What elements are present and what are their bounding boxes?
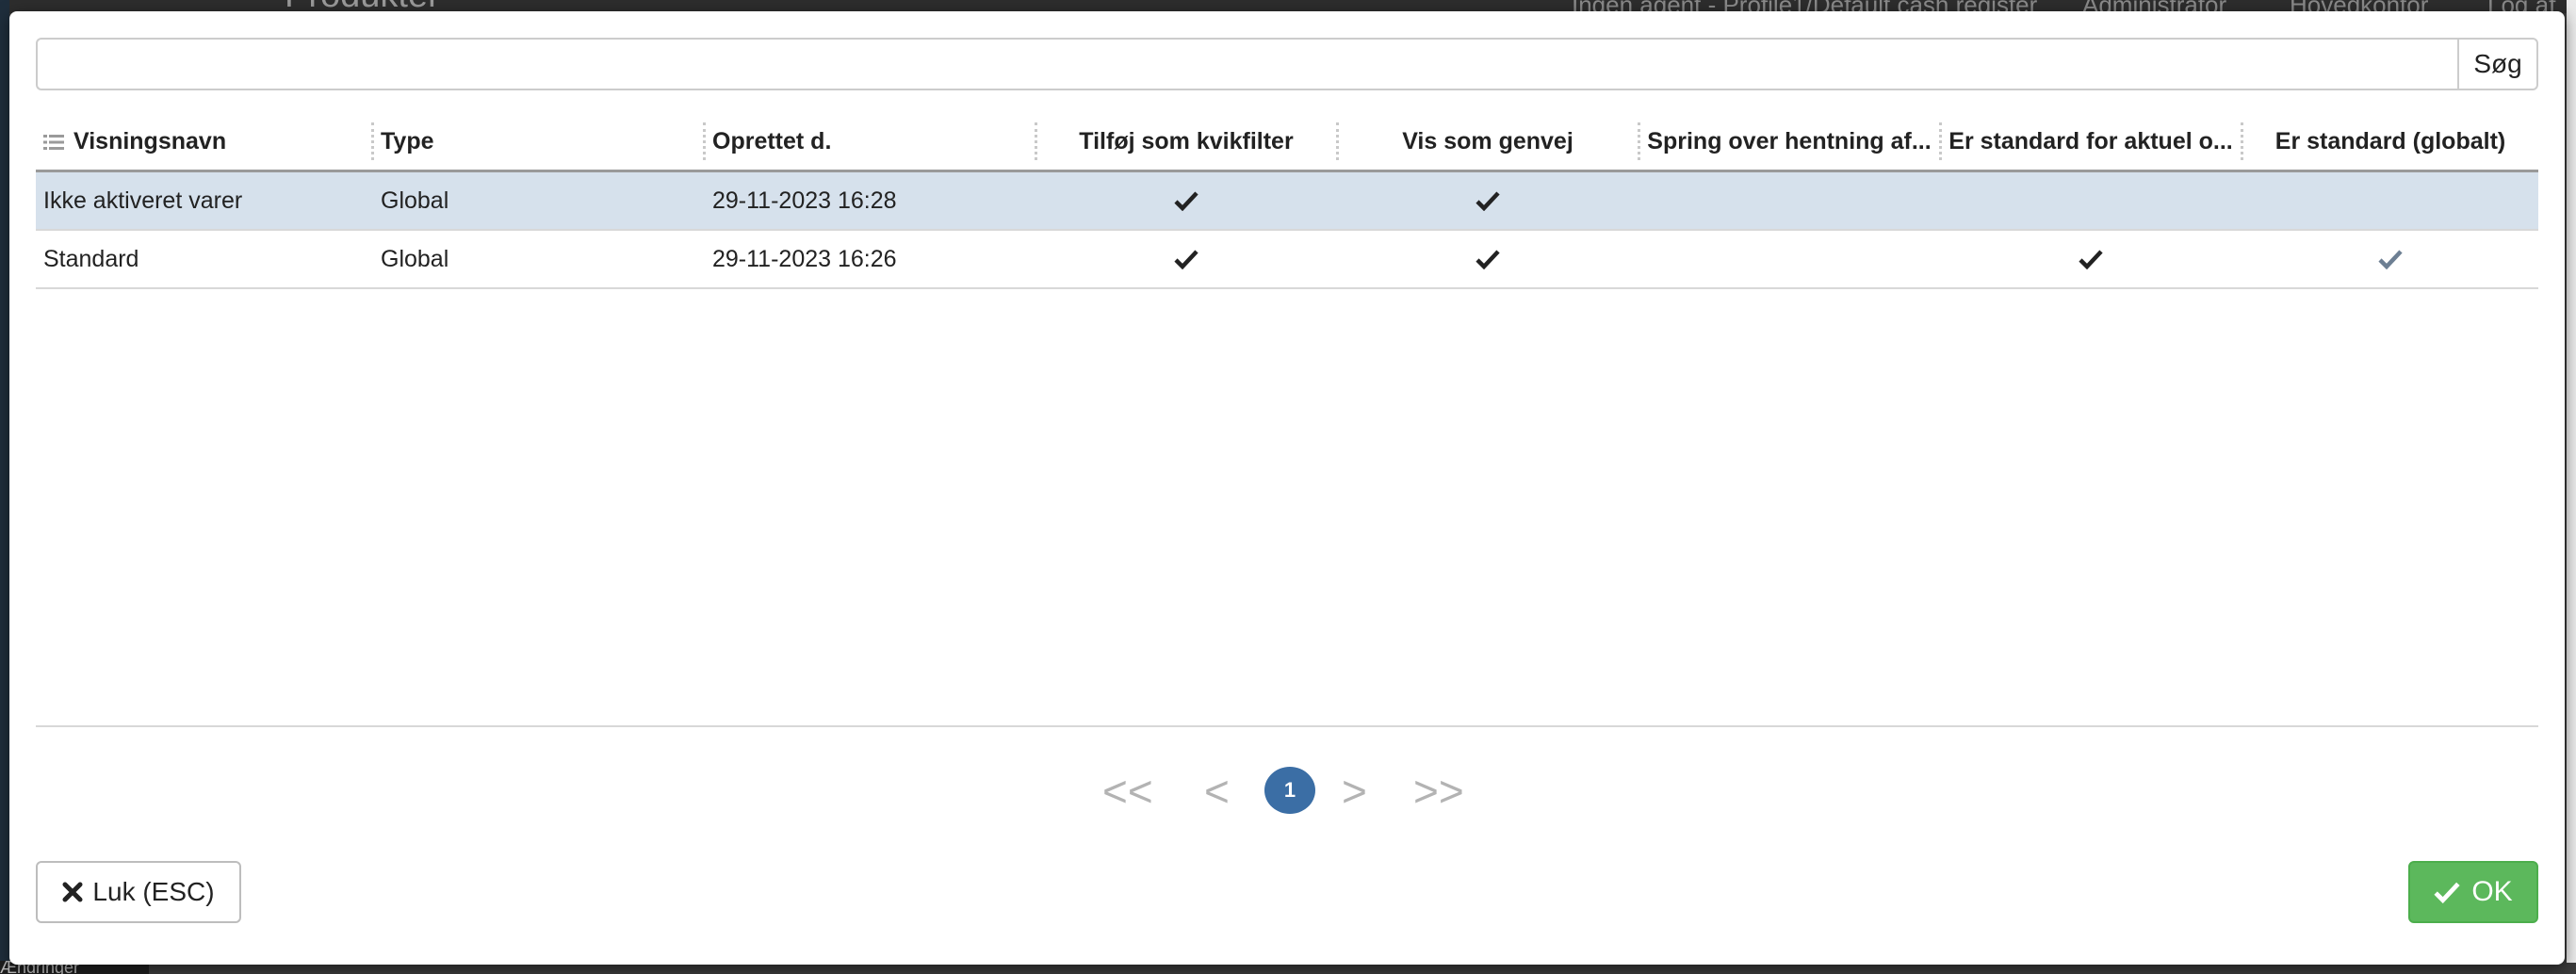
column-header-skip-fetch[interactable]: Spring over hentning af...: [1639, 113, 1939, 170]
list-icon: [43, 135, 64, 150]
pager-next-button[interactable]: >: [1342, 763, 1367, 820]
search-button[interactable]: Søg: [2457, 38, 2538, 90]
cell-default-current: [1941, 172, 2241, 229]
cell-default-global: [2242, 172, 2538, 229]
cell-created: 29-11-2023 16:28: [712, 187, 897, 214]
background-sidebar: [0, 0, 9, 974]
column-header-default-global[interactable]: Er standard (globalt): [2242, 113, 2538, 170]
table-row[interactable]: Standard Global 29-11-2023 16:26: [36, 231, 2538, 289]
column-header-label: Tilføj som kvikfilter: [1079, 128, 1294, 154]
pager-prev-button[interactable]: <: [1204, 763, 1230, 820]
column-header-default-current[interactable]: Er standard for aktuel o...: [1941, 113, 2241, 170]
column-header-display-name[interactable]: Visningsnavn: [36, 113, 371, 170]
table-row[interactable]: Ikke aktiveret varer Global 29-11-2023 1…: [36, 172, 2538, 231]
cell-type: Global: [381, 187, 449, 214]
cell-type: Global: [381, 246, 449, 272]
checkmark-icon: [2434, 882, 2460, 903]
grid-header: Visningsnavn Type Oprettet d. Tilføj som…: [36, 113, 2538, 172]
pager-last-button[interactable]: >>: [1413, 763, 1464, 820]
views-grid: Visningsnavn Type Oprettet d. Tilføj som…: [36, 113, 2538, 289]
column-header-created[interactable]: Oprettet d.: [705, 113, 1035, 170]
cell-created: 29-11-2023 16:26: [712, 246, 897, 272]
close-icon: [62, 882, 83, 902]
ok-button[interactable]: OK: [2408, 861, 2538, 923]
background-right-edge: [2567, 0, 2576, 974]
checkmark-icon: [2079, 250, 2103, 269]
checkmark-icon: [1475, 191, 1500, 211]
ok-button-label: OK: [2471, 876, 2513, 907]
search-row: Søg: [36, 38, 2538, 90]
cell-shortcut: [1338, 172, 1638, 229]
cell-shortcut: [1338, 231, 1638, 287]
cell-default-current: [1941, 231, 2241, 287]
cell-quick-filter: [1036, 172, 1336, 229]
cell-display-name: Ikke aktiveret varer: [43, 187, 243, 214]
views-dialog: Søg Visningsnavn Type Oprettet d. Tilføj…: [9, 11, 2565, 965]
search-input[interactable]: [36, 38, 2457, 90]
close-button[interactable]: Luk (ESC): [36, 861, 241, 923]
checkmark-icon: [1174, 250, 1198, 269]
column-header-type[interactable]: Type: [373, 113, 703, 170]
column-header-label: Spring over hentning af...: [1647, 128, 1932, 154]
pagination: << < 1 > >>: [1102, 763, 1498, 820]
checkmark-icon: [1475, 250, 1500, 269]
checkmark-muted-icon: [2378, 250, 2403, 269]
column-header-shortcut[interactable]: Vis som genvej: [1338, 113, 1638, 170]
cell-skip-fetch: [1639, 231, 1939, 287]
grid-footer-divider: [36, 725, 2538, 727]
column-header-label: Visningsnavn: [73, 128, 227, 154]
checkmark-icon: [1174, 191, 1198, 211]
close-button-label: Luk (ESC): [92, 877, 215, 906]
cell-default-global: [2242, 231, 2538, 287]
pager-current-page[interactable]: 1: [1264, 767, 1315, 814]
column-header-label: Type: [381, 128, 434, 154]
column-header-label: Vis som genvej: [1402, 128, 1573, 154]
column-header-quick-filter[interactable]: Tilføj som kvikfilter: [1036, 113, 1336, 170]
cell-skip-fetch: [1639, 172, 1939, 229]
column-header-label: Er standard for aktuel o...: [1948, 128, 2233, 154]
column-header-label: Oprettet d.: [712, 128, 832, 154]
cell-quick-filter: [1036, 231, 1336, 287]
pager-first-button[interactable]: <<: [1102, 763, 1153, 820]
column-header-label: Er standard (globalt): [2274, 128, 2506, 154]
cell-display-name: Standard: [43, 246, 139, 272]
